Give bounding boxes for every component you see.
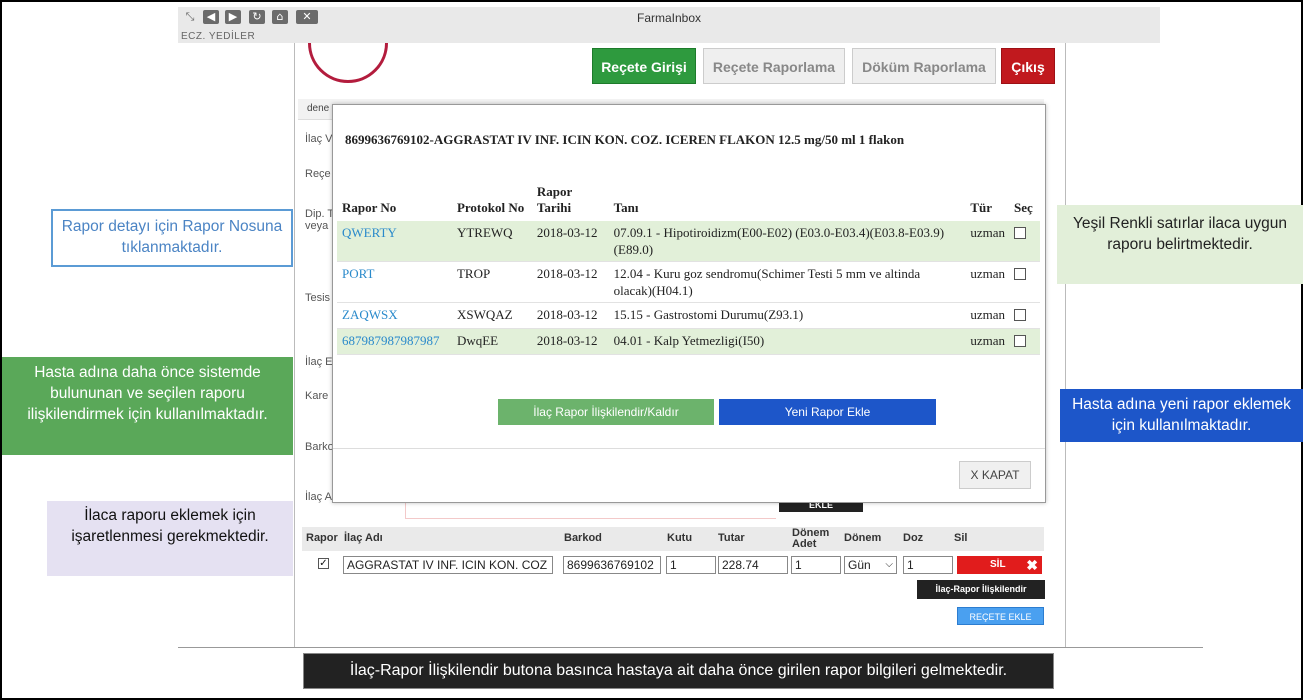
divider [178, 647, 1203, 648]
recete-raporlama-button[interactable]: Reçete Raporlama [703, 48, 845, 84]
sec-checkbox[interactable] [1013, 227, 1026, 239]
tur: uzman [965, 302, 1009, 329]
annotation-iliskilendir: Hasta adına daha önce sistemde bulununan… [2, 357, 293, 455]
form-label: Dip. T [305, 208, 335, 220]
protokol-no: XSWQAZ [451, 302, 532, 329]
col-header-protokol-no: Protokol No [456, 200, 525, 215]
annotation-yesil-satirlar: Yeşil Renkli satırlar ilaca uygun raporu… [1057, 205, 1303, 284]
rapor-no-link[interactable]: PORT [337, 261, 452, 303]
tutar-input[interactable]: 228.74 [718, 556, 788, 574]
recete-ekle-button[interactable]: REÇETE EKLE [957, 607, 1044, 625]
form-label: Reçe [305, 168, 331, 180]
form-label: İlaç A [305, 491, 332, 503]
rapor-modal: 8699636769102-AGGRASTAT IV INF. ICIN KON… [332, 104, 1046, 503]
close-icon: ✖ [1026, 557, 1038, 573]
col-header-rapor-no: Rapor No [342, 200, 397, 215]
col-header-barkod: Barkod [564, 532, 602, 544]
protokol-no: YTREWQ [451, 221, 532, 262]
sec-checkbox[interactable] [1013, 268, 1026, 280]
rapor-tarihi: 2018-03-12 [531, 302, 609, 329]
form-panel-edge [405, 502, 776, 519]
table-row: ZAQWSX XSWQAZ 2018-03-12 15.15 - Gastros… [337, 302, 1040, 329]
tani: 07.09.1 - Hipotiroidizm(E00-E02) (E03.0-… [608, 221, 966, 262]
col-header-donem-adet: Dönem Adet [792, 527, 830, 550]
kapat-button[interactable]: X KAPAT [959, 461, 1031, 489]
form-label: Tesis [305, 292, 331, 304]
ilac-rapor-iliskilendir-button[interactable]: İlaç Rapor İlişkilendir/Kaldır [498, 399, 714, 425]
tani: 04.01 - Kalp Yetmezligi(I50) [608, 328, 966, 355]
sil-label: SİL [990, 559, 1006, 570]
col-header-kutu: Kutu [667, 532, 693, 544]
modal-divider [333, 448, 1045, 449]
doz-input[interactable]: 1 [903, 556, 953, 574]
rapor-no-link[interactable]: ZAQWSX [337, 302, 452, 329]
barkod-input[interactable]: 8699636769102 [563, 556, 661, 574]
sil-button[interactable]: SİL ✖ [957, 556, 1042, 574]
protokol-no: DwqEE [451, 328, 532, 355]
form-label: İlaç E [305, 356, 333, 368]
modal-title: 8699636769102-AGGRASTAT IV INF. ICIN KON… [345, 132, 905, 147]
col-header-tani: Tanı [613, 200, 639, 215]
sec-checkbox[interactable] [1013, 309, 1026, 321]
form-label: İlaç V [305, 133, 333, 145]
tur: uzman [965, 221, 1009, 262]
col-header-tutar: Tutar [718, 532, 745, 544]
col-header-sil: Sil [954, 532, 968, 544]
drug-table-header: Rapor İlaç Adı Barkod Kutu Tutar Dönem A… [302, 527, 1044, 551]
rapor-no-link[interactable]: 687987987987987 [337, 328, 452, 355]
col-header-rapor: Rapor [306, 532, 338, 544]
table-row: QWERTY YTREWQ 2018-03-12 07.09.1 - Hipot… [337, 221, 1040, 262]
annotation-bottom-caption: İlaç-Rapor İlişkilendir butona basınca h… [303, 653, 1054, 689]
rapor-tarihi: 2018-03-12 [531, 221, 609, 262]
pharmacy-logo [308, 43, 388, 85]
form-label: veya [305, 220, 329, 232]
rapor-tarihi: 2018-03-12 [531, 328, 609, 355]
tani: 15.15 - Gastrostomi Durumu(Z93.1) [608, 302, 966, 329]
col-header-doz: Doz [903, 532, 924, 544]
chevron-down-icon: ⌵ [885, 559, 893, 570]
kutu-input[interactable]: 1 [666, 556, 716, 574]
tur: uzman [965, 328, 1009, 355]
rapor-checkbox[interactable]: ✓ [318, 558, 329, 569]
cikis-button[interactable]: Çıkış [1001, 48, 1055, 84]
sec-checkbox[interactable] [1013, 335, 1026, 347]
col-header-sec: Seç [1013, 200, 1033, 215]
col-header-tur: Tür [970, 200, 992, 215]
donem-select[interactable]: Gün ⌵ [844, 556, 897, 574]
annotation-rapor-detay: Rapor detayı için Rapor Nosuna tıklanmak… [51, 209, 293, 267]
annotation-yeni-rapor: Hasta adına yeni rapor eklemek için kull… [1060, 389, 1303, 442]
recete-girisi-button[interactable]: Reçete Girişi [592, 48, 696, 84]
dokum-raporlama-button[interactable]: Döküm Raporlama [852, 48, 996, 84]
protokol-no: TROP [451, 261, 532, 303]
donem-value: Gün [848, 558, 871, 572]
ilac-adi-input[interactable]: AGGRASTAT IV INF. ICIN KON. COZ [343, 556, 553, 574]
donem-adet-input[interactable]: 1 [791, 556, 841, 574]
table-row: 687987987987987 DwqEE 2018-03-12 04.01 -… [337, 328, 1040, 355]
form-label: Barko [305, 441, 334, 453]
window-titlebar: ⤡ ◀ ▶ ↻ ⌂ ✕ FarmaInbox ECZ. YEDİLER [178, 7, 1160, 43]
annotation-isaretleme: İlaca raporu eklemek için işaretlenmesi … [47, 501, 293, 576]
rapor-no-link[interactable]: QWERTY [337, 221, 452, 262]
rapor-table: Rapor No Protokol No Rapor Tarihi Tanı T… [337, 183, 1040, 355]
breadcrumb-text: dene [307, 103, 330, 114]
window-title: FarmaInbox [636, 11, 702, 25]
table-row: PORT TROP 2018-03-12 12.04 - Kuru goz se… [337, 261, 1040, 303]
rapor-tarihi: 2018-03-12 [531, 261, 609, 303]
tur: uzman [965, 261, 1009, 303]
col-header-ilac-adi: İlaç Adı [344, 532, 383, 544]
col-header-donem: Dönem [844, 532, 882, 544]
yeni-rapor-ekle-button[interactable]: Yeni Rapor Ekle [719, 399, 936, 425]
col-header-rapor-tarihi: Rapor Tarihi [536, 184, 573, 215]
ilac-rapor-iliskilendir-button[interactable]: İlaç-Rapor İlişkilendir [917, 580, 1045, 599]
form-label: Kare [305, 390, 329, 402]
user-name: ECZ. YEDİLER [181, 31, 256, 42]
tani: 12.04 - Kuru goz sendromu(Schimer Testi … [608, 261, 966, 303]
